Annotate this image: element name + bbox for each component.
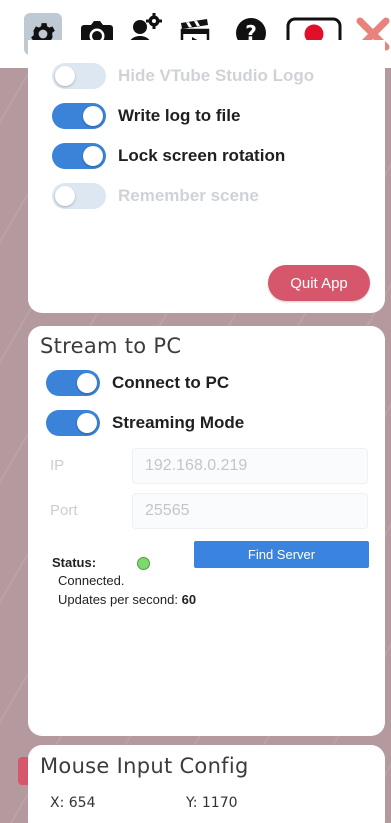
ip-label: IP: [50, 457, 65, 474]
lock-rotation-toggle[interactable]: [52, 143, 106, 169]
ups-value: 60: [181, 592, 197, 607]
mouse-x-label: X:: [50, 795, 65, 811]
streaming-mode-row: Streaming Mode: [46, 408, 244, 438]
connect-pc-label: Connect to PC: [112, 373, 230, 392]
lock-rotation-label: Lock screen rotation: [118, 146, 286, 165]
mouse-y-label: Y:: [186, 795, 198, 811]
ups-label: Updates per second:: [58, 592, 178, 607]
mouse-x-value: 654: [68, 795, 96, 811]
hide-logo-toggle[interactable]: [52, 63, 106, 89]
ip-input[interactable]: 192.168.0.219: [132, 448, 368, 484]
write-log-label: Write log to file: [118, 106, 241, 125]
write-log-row: Write log to file: [52, 101, 240, 131]
lock-rotation-row: Lock screen rotation: [52, 141, 285, 171]
write-log-toggle[interactable]: [52, 103, 106, 129]
remember-scene-toggle[interactable]: [52, 183, 106, 209]
connect-pc-row: Connect to PC: [46, 368, 229, 398]
mouse-x: X: 654: [50, 795, 96, 811]
updates-per-second: Updates per second: 60: [58, 592, 196, 607]
stream-to-pc-panel: Stream to PC Connect to PC Streaming Mod…: [28, 326, 385, 736]
hide-logo-row: Hide VTube Studio Logo: [52, 61, 314, 91]
connect-pc-toggle[interactable]: [46, 370, 100, 396]
status-label: Status:: [52, 555, 97, 570]
hide-logo-label: Hide VTube Studio Logo: [118, 66, 315, 85]
general-settings-panel: Hide VTube Studio Logo Write log to file…: [28, 40, 385, 313]
find-server-button[interactable]: Find Server: [194, 541, 369, 568]
status-indicator: [137, 557, 150, 570]
mouse-y: Y: 1170: [186, 795, 238, 811]
connection-status-text: Connected.: [58, 573, 125, 588]
mouse-panel-title: Mouse Input Config: [40, 754, 249, 778]
remember-scene-label: Remember scene: [118, 186, 259, 205]
port-label: Port: [50, 502, 78, 519]
quit-app-button[interactable]: Quit App: [268, 265, 370, 301]
mouse-y-value: 1170: [201, 795, 238, 811]
streaming-mode-toggle[interactable]: [46, 410, 100, 436]
port-input[interactable]: 25565: [132, 493, 368, 529]
remember-scene-row: Remember scene: [52, 181, 259, 211]
mouse-input-config-panel: Mouse Input Config X: 654 Y: 1170: [28, 745, 385, 823]
stream-panel-title: Stream to PC: [40, 334, 182, 358]
streaming-mode-label: Streaming Mode: [112, 413, 245, 432]
